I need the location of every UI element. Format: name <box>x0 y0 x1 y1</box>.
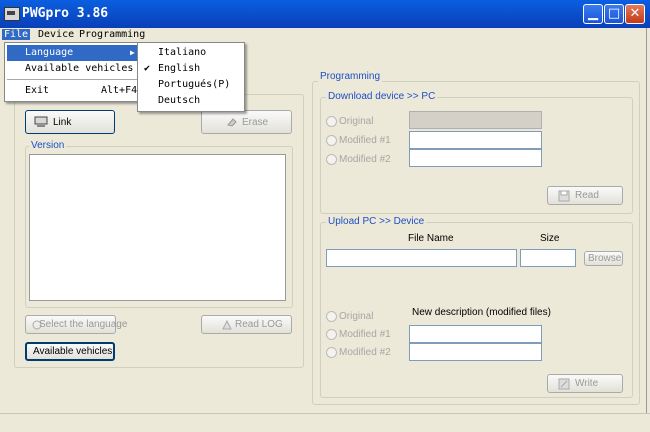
version-textbox[interactable] <box>29 154 286 301</box>
minimize-icon: ▁ <box>588 6 598 21</box>
read-label: Read <box>575 190 599 201</box>
download-modified2-label: Modified #2 <box>339 154 391 165</box>
main-window: PWGpro 3.86 ▁ □ ✕ File Device Programmin… <box>0 0 650 432</box>
select-language-button[interactable]: Select the language <box>25 315 127 334</box>
download-original-radio[interactable] <box>326 116 337 127</box>
file-menu-exit-shortcut: Alt+F4 <box>101 85 138 96</box>
menu-separator <box>7 79 140 80</box>
app-icon[interactable] <box>4 7 20 21</box>
size-header: Size <box>540 233 560 244</box>
available-vehicles-button[interactable]: Available vehicles <box>25 342 115 361</box>
menu-programming[interactable]: Programming <box>77 29 147 40</box>
upload-original-label: Original <box>339 311 374 322</box>
download-modified1-label: Modified #1 <box>339 135 391 146</box>
download-modified1-radio[interactable] <box>326 135 337 146</box>
language-deutsch-label: Deutsch <box>158 95 201 106</box>
language-portugues-label: Portugués(P) <box>158 79 231 90</box>
language-submenu: Italiano ✔ English Portugués(P) Deutsch <box>137 42 245 112</box>
language-english-label: English <box>158 63 201 74</box>
menu-device[interactable]: Device <box>36 29 76 40</box>
checkmark-icon: ✔ <box>144 63 151 74</box>
file-name-field[interactable] <box>326 249 517 267</box>
write-icon <box>558 378 570 389</box>
download-modified1-field[interactable] <box>409 131 542 149</box>
language-deutsch[interactable]: Deutsch <box>140 93 242 109</box>
version-title: Version <box>29 140 67 151</box>
erase-icon <box>227 118 237 127</box>
upload-modified2-field[interactable] <box>409 343 542 361</box>
submenu-arrow-icon: ▶ <box>130 48 135 57</box>
file-menu-exit-label: Exit <box>25 85 50 96</box>
file-menu-dropdown: Language ▶ Available vehicles Exit Alt+F… <box>4 42 143 102</box>
language-english[interactable]: ✔ English <box>140 61 242 77</box>
read-log-label: Read LOG <box>235 319 283 330</box>
title-bar[interactable]: PWGpro 3.86 ▁ □ ✕ <box>0 0 650 28</box>
menu-file[interactable]: File <box>2 29 31 40</box>
window-right-edge <box>646 28 647 413</box>
upload-modified2-label: Modified #2 <box>339 347 391 358</box>
upload-title: Upload PC >> Device <box>326 216 427 227</box>
size-field[interactable] <box>520 249 576 267</box>
write-label: Write <box>575 378 599 389</box>
close-button[interactable]: ✕ <box>625 4 645 24</box>
file-menu-available-vehicles-label: Available vehicles <box>25 63 134 74</box>
read-button[interactable]: Read <box>547 186 623 205</box>
download-modified2-radio[interactable] <box>326 154 337 165</box>
new-description-label: New description (modified files) <box>412 307 551 318</box>
upload-modified2-radio[interactable] <box>326 347 337 358</box>
read-log-button[interactable]: Read LOG <box>201 315 292 334</box>
link-label: Link <box>53 116 72 128</box>
maximize-icon: □ <box>607 6 621 21</box>
language-italiano[interactable]: Italiano <box>140 45 242 61</box>
upload-modified1-radio[interactable] <box>326 329 337 340</box>
download-original-label: Original <box>339 116 374 127</box>
download-title: Download device >> PC <box>326 91 438 102</box>
upload-modified1-field[interactable] <box>409 325 542 343</box>
file-menu-language-label: Language <box>25 47 74 58</box>
maximize-button[interactable]: □ <box>604 4 624 24</box>
erase-label: Erase <box>242 116 269 128</box>
save-icon <box>558 190 570 201</box>
file-menu-available-vehicles[interactable]: Available vehicles <box>7 61 140 77</box>
status-bar <box>0 413 650 432</box>
available-vehicles-label: Available vehicles <box>33 346 113 357</box>
programming-title: Programming <box>318 71 383 82</box>
select-language-label: Select the language <box>39 319 128 330</box>
download-original-field <box>409 111 542 129</box>
browse-button[interactable]: Browse <box>584 251 623 266</box>
download-modified2-field[interactable] <box>409 149 542 167</box>
file-menu-language[interactable]: Language ▶ <box>7 45 140 61</box>
read-log-icon <box>222 319 232 329</box>
file-name-header: File Name <box>408 233 454 244</box>
window-title: PWGpro 3.86 <box>22 6 109 21</box>
upload-original-radio[interactable] <box>326 311 337 322</box>
language-italiano-label: Italiano <box>158 47 207 58</box>
close-icon: ✕ <box>629 6 641 21</box>
menu-bar: File Device Programming <box>0 28 650 42</box>
upload-modified1-label: Modified #1 <box>339 329 391 340</box>
erase-button[interactable]: Erase <box>201 110 292 134</box>
browse-label: Browse <box>588 253 622 264</box>
file-menu-exit[interactable]: Exit Alt+F4 <box>7 83 140 99</box>
link-button[interactable]: Link <box>25 110 115 134</box>
write-button[interactable]: Write <box>547 374 623 393</box>
language-portugues[interactable]: Portugués(P) <box>140 77 242 93</box>
minimize-button[interactable]: ▁ <box>583 4 603 24</box>
computer-icon <box>34 116 48 127</box>
